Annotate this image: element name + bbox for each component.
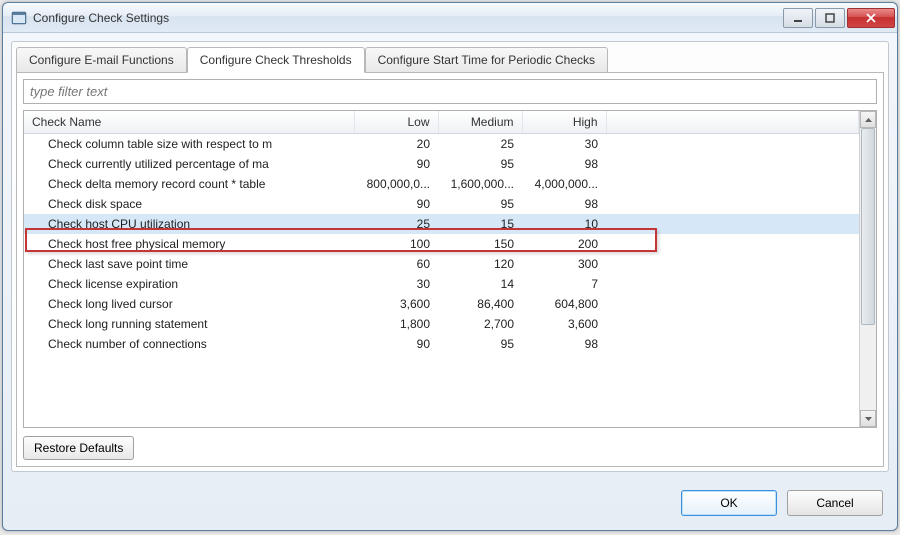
restore-defaults-button[interactable]: Restore Defaults	[23, 436, 134, 460]
cell-spacer	[606, 194, 859, 214]
cell-spacer	[606, 214, 859, 234]
cell-spacer	[606, 174, 859, 194]
cell-medium: 95	[438, 334, 522, 354]
tab-strip: Configure E-mail Functions Configure Che…	[16, 46, 884, 72]
cell-check-name: Check long lived cursor	[24, 294, 354, 314]
content-area: Configure E-mail Functions Configure Che…	[11, 41, 889, 472]
table-row[interactable]: Check host free physical memory100150200	[24, 234, 859, 254]
vertical-scrollbar[interactable]	[859, 111, 876, 427]
tab-start-time[interactable]: Configure Start Time for Periodic Checks	[365, 47, 608, 73]
cell-medium: 95	[438, 154, 522, 174]
cell-medium: 15	[438, 214, 522, 234]
cell-low: 20	[354, 134, 438, 155]
cell-high: 604,800	[522, 294, 606, 314]
cell-medium: 95	[438, 194, 522, 214]
header-high[interactable]: High	[522, 111, 606, 134]
app-icon	[11, 10, 27, 26]
cell-high: 4,000,000...	[522, 174, 606, 194]
cell-medium: 150	[438, 234, 522, 254]
cell-check-name: Check currently utilized percentage of m…	[24, 154, 354, 174]
table-row[interactable]: Check long running statement1,8002,7003,…	[24, 314, 859, 334]
cell-check-name: Check delta memory record count * table	[24, 174, 354, 194]
cell-low: 30	[354, 274, 438, 294]
cell-check-name: Check host free physical memory	[24, 234, 354, 254]
table-row[interactable]: Check disk space909598	[24, 194, 859, 214]
minimize-button[interactable]	[783, 8, 813, 28]
window-title: Configure Check Settings	[33, 11, 781, 25]
tab-email-functions[interactable]: Configure E-mail Functions	[16, 47, 187, 73]
ok-button[interactable]: OK	[681, 490, 777, 516]
scroll-thumb[interactable]	[861, 128, 875, 325]
cell-medium: 25	[438, 134, 522, 155]
dialog-footer: OK Cancel	[3, 480, 897, 530]
cell-high: 300	[522, 254, 606, 274]
window-controls	[781, 8, 895, 28]
cell-check-name: Check number of connections	[24, 334, 354, 354]
cell-medium: 2,700	[438, 314, 522, 334]
cell-check-name: Check last save point time	[24, 254, 354, 274]
cell-low: 100	[354, 234, 438, 254]
cell-check-name: Check column table size with respect to …	[24, 134, 354, 155]
cell-medium: 14	[438, 274, 522, 294]
table-row[interactable]: Check last save point time60120300	[24, 254, 859, 274]
table-row[interactable]: Check long lived cursor3,60086,400604,80…	[24, 294, 859, 314]
cell-low: 60	[354, 254, 438, 274]
cell-check-name: Check host CPU utilization	[24, 214, 354, 234]
cell-medium: 1,600,000...	[438, 174, 522, 194]
cell-check-name: Check long running statement	[24, 314, 354, 334]
header-spacer	[606, 111, 859, 134]
tab-check-thresholds[interactable]: Configure Check Thresholds	[187, 47, 365, 73]
dialog-window: Configure Check Settings Configure E-mai…	[2, 2, 898, 531]
thresholds-table: Check Name Low Medium High Check column …	[24, 111, 859, 354]
header-medium[interactable]: Medium	[438, 111, 522, 134]
cell-spacer	[606, 134, 859, 155]
cell-low: 1,800	[354, 314, 438, 334]
titlebar: Configure Check Settings	[3, 3, 897, 33]
cell-check-name: Check license expiration	[24, 274, 354, 294]
cell-high: 3,600	[522, 314, 606, 334]
maximize-button[interactable]	[815, 8, 845, 28]
table-header-row: Check Name Low Medium High	[24, 111, 859, 134]
cell-high: 200	[522, 234, 606, 254]
cell-high: 98	[522, 154, 606, 174]
cell-high: 98	[522, 334, 606, 354]
cell-spacer	[606, 294, 859, 314]
table-row[interactable]: Check delta memory record count * table8…	[24, 174, 859, 194]
thresholds-table-wrapper: Check Name Low Medium High Check column …	[23, 110, 877, 428]
cell-medium: 120	[438, 254, 522, 274]
cell-spacer	[606, 334, 859, 354]
header-low[interactable]: Low	[354, 111, 438, 134]
filter-input[interactable]	[23, 79, 877, 104]
cell-spacer	[606, 234, 859, 254]
cell-spacer	[606, 154, 859, 174]
scroll-down-button[interactable]	[860, 410, 876, 427]
cell-low: 90	[354, 334, 438, 354]
cell-low: 90	[354, 154, 438, 174]
cell-spacer	[606, 314, 859, 334]
restore-row: Restore Defaults	[23, 436, 877, 460]
cell-spacer	[606, 254, 859, 274]
table-row[interactable]: Check host CPU utilization251510	[24, 214, 859, 234]
cell-medium: 86,400	[438, 294, 522, 314]
cell-check-name: Check disk space	[24, 194, 354, 214]
cell-high: 10	[522, 214, 606, 234]
table-row[interactable]: Check license expiration30147	[24, 274, 859, 294]
cell-low: 25	[354, 214, 438, 234]
cell-high: 7	[522, 274, 606, 294]
table-row[interactable]: Check currently utilized percentage of m…	[24, 154, 859, 174]
table-row[interactable]: Check number of connections909598	[24, 334, 859, 354]
cell-spacer	[606, 274, 859, 294]
table-row[interactable]: Check column table size with respect to …	[24, 134, 859, 155]
scroll-up-button[interactable]	[860, 111, 876, 128]
tab-panel-thresholds: Check Name Low Medium High Check column …	[16, 72, 884, 467]
cell-low: 90	[354, 194, 438, 214]
close-button[interactable]	[847, 8, 895, 28]
cell-high: 98	[522, 194, 606, 214]
cell-low: 800,000,0...	[354, 174, 438, 194]
scroll-track[interactable]	[860, 128, 876, 410]
cell-high: 30	[522, 134, 606, 155]
header-check-name[interactable]: Check Name	[24, 111, 354, 134]
cancel-button[interactable]: Cancel	[787, 490, 883, 516]
cell-low: 3,600	[354, 294, 438, 314]
